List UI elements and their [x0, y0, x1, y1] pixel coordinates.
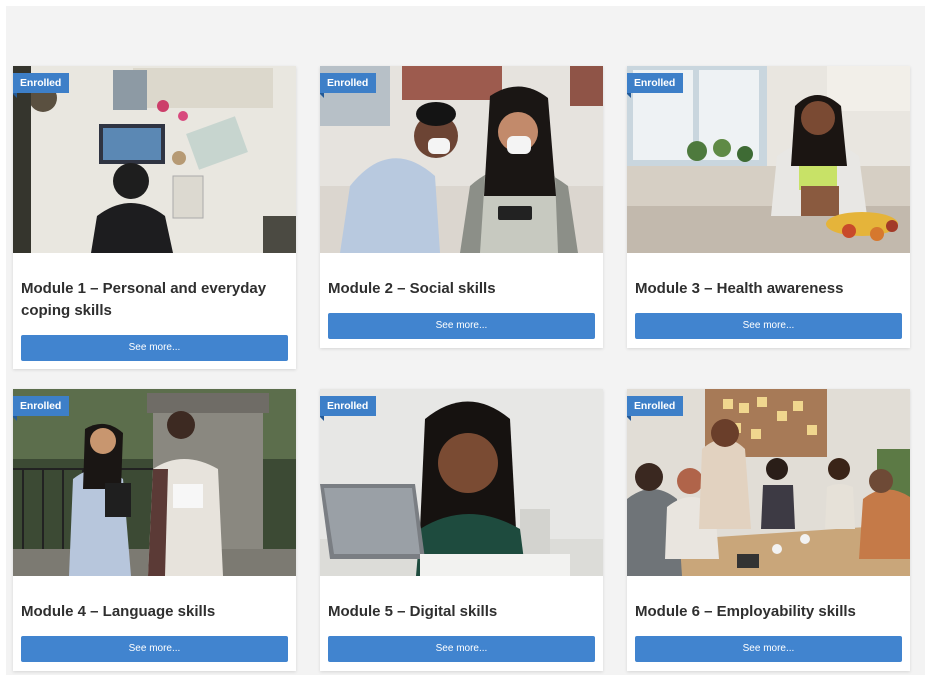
team-meeting-photo — [627, 389, 910, 576]
module-card-4[interactable]: Enrolled Module 4 – Language skills See … — [13, 389, 296, 671]
enrolled-badge: Enrolled — [320, 396, 377, 421]
module-4-image[interactable]: Enrolled — [13, 389, 296, 576]
art-desk-photo — [13, 66, 296, 253]
enrolled-badge: Enrolled — [13, 73, 70, 98]
enrolled-badge: Enrolled — [13, 396, 70, 421]
module-2-title[interactable]: Module 2 – Social skills — [328, 278, 593, 300]
course-modules-page: Enrolled Module 1 – Personal and everyda… — [6, 6, 925, 675]
module-card-6[interactable]: Enrolled Module 6 – Employability skills… — [627, 389, 910, 671]
module-card-2[interactable]: Enrolled Module 2 – Social skills See mo… — [320, 66, 603, 348]
enrolled-badge: Enrolled — [627, 73, 684, 98]
see-more-button-module-3[interactable]: See more... — [635, 313, 902, 339]
see-more-button-module-4[interactable]: See more... — [21, 636, 288, 662]
module-1-image[interactable]: Enrolled — [13, 66, 296, 253]
see-more-button-module-5[interactable]: See more... — [328, 636, 595, 662]
module-6-image[interactable]: Enrolled — [627, 389, 910, 576]
kitchen-fruit-photo — [627, 66, 910, 253]
enrolled-badge: Enrolled — [627, 396, 684, 421]
see-more-button-module-2[interactable]: See more... — [328, 313, 595, 339]
module-3-image[interactable]: Enrolled — [627, 66, 910, 253]
see-more-button-module-1[interactable]: See more... — [21, 335, 288, 361]
module-2-image[interactable]: Enrolled — [320, 66, 603, 253]
students-outdoors-photo — [13, 389, 296, 576]
module-6-title[interactable]: Module 6 – Employability skills — [635, 601, 900, 623]
module-3-title[interactable]: Module 3 – Health awareness — [635, 278, 900, 300]
module-5-title[interactable]: Module 5 – Digital skills — [328, 601, 593, 623]
woman-laptop-photo — [320, 389, 603, 576]
see-more-button-module-6[interactable]: See more... — [635, 636, 902, 662]
module-4-title[interactable]: Module 4 – Language skills — [21, 601, 286, 623]
module-card-1[interactable]: Enrolled Module 1 – Personal and everyda… — [13, 66, 296, 369]
enrolled-badge: Enrolled — [320, 73, 377, 98]
module-1-title[interactable]: Module 1 – Personal and everyday coping … — [21, 278, 286, 322]
module-5-image[interactable]: Enrolled — [320, 389, 603, 576]
module-card-5[interactable]: Enrolled Module 5 – Digital skills See m… — [320, 389, 603, 671]
module-card-3[interactable]: Enrolled Module 3 – Health awareness See… — [627, 66, 910, 348]
students-masks-photo — [320, 66, 603, 253]
